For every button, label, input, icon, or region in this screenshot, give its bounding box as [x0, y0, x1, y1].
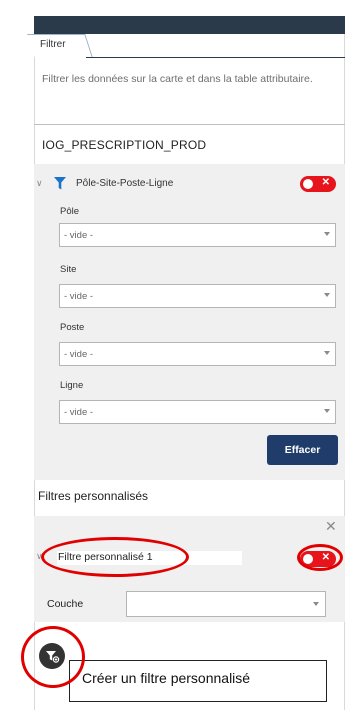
- ligne-select-value: - vide -: [64, 407, 94, 418]
- tooltip: Créer un filtre personnalisé: [69, 660, 327, 702]
- field-label-ligne: Ligne: [60, 380, 84, 391]
- pole-select[interactable]: - vide -: [59, 223, 336, 247]
- divider: [34, 124, 345, 125]
- group-filter-toggle[interactable]: ✕: [300, 176, 336, 192]
- chevron-down-icon[interactable]: ∨: [36, 178, 43, 189]
- custom-filters-title: Filtres personnalisés: [38, 489, 149, 503]
- tab-filtrer-label: Filtrer: [40, 39, 66, 50]
- filter-funnel-icon: [54, 177, 66, 190]
- panel-description: Filtrer les données sur la carte et dans…: [42, 73, 313, 85]
- chevron-down-icon: [324, 351, 330, 355]
- tab-underline: [86, 57, 345, 58]
- chevron-down-icon: [324, 409, 330, 413]
- chevron-down-icon: [324, 293, 330, 297]
- chevron-down-icon: [324, 232, 330, 236]
- layer-title: IOG_PRESCRIPTION_PROD: [42, 138, 207, 152]
- close-icon[interactable]: ✕: [325, 518, 337, 535]
- group-filter-name: Pôle-Site-Poste-Ligne: [76, 178, 174, 189]
- close-icon: ✕: [321, 177, 330, 188]
- annotation-ellipse-fab: [21, 626, 85, 688]
- poste-select-value: - vide -: [64, 349, 94, 360]
- chevron-down-icon: [313, 602, 319, 606]
- annotation-ellipse-toggle: [297, 544, 343, 571]
- annotation-ellipse-custom-filter: [41, 537, 189, 577]
- field-label-poste: Poste: [60, 322, 85, 333]
- site-select[interactable]: - vide -: [59, 284, 336, 308]
- couche-label: Couche: [47, 598, 84, 610]
- poste-select[interactable]: - vide -: [59, 342, 336, 366]
- panel-header-bar: [34, 16, 345, 34]
- field-label-site: Site: [60, 264, 77, 275]
- site-select-value: - vide -: [64, 291, 94, 302]
- pole-select-value: - vide -: [64, 230, 94, 241]
- tooltip-text: Créer un filtre personnalisé: [82, 670, 251, 686]
- clear-button[interactable]: Effacer: [267, 435, 338, 465]
- ligne-select[interactable]: - vide -: [59, 400, 336, 424]
- field-label-pole: Pôle: [60, 206, 80, 217]
- couche-select[interactable]: [126, 591, 326, 617]
- toggle-knob: [303, 179, 313, 189]
